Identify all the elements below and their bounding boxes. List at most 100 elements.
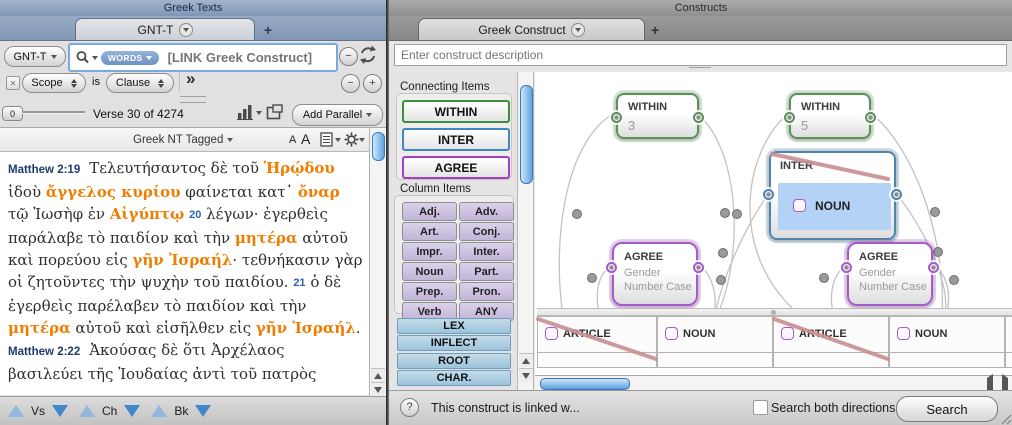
- highlighted-word[interactable]: ὄναρ: [298, 183, 340, 201]
- nav-up-vs-button[interactable]: [8, 405, 24, 417]
- scroll-up-button[interactable]: [371, 368, 385, 382]
- palette-noun-button[interactable]: Noun: [402, 262, 457, 281]
- right-window-title-bar[interactable]: Constructs: [389, 0, 1012, 16]
- greek-word[interactable]: τῷ Ἰωσὴφ ἐν: [8, 205, 110, 223]
- palette-conj-button[interactable]: Conj.: [459, 222, 514, 241]
- inter-noun-item[interactable]: NOUN: [778, 183, 891, 230]
- display-settings-icon[interactable]: [320, 132, 334, 147]
- column-header-3[interactable]: ARTICLE: [773, 316, 889, 353]
- scrollbar-thumb[interactable]: [372, 132, 385, 161]
- nav-up-ch-button[interactable]: [79, 405, 95, 417]
- within-node-1[interactable]: WITHIN 3: [616, 93, 699, 139]
- nav-down-ch-button[interactable]: [124, 405, 140, 417]
- greek-word[interactable]: φαίνεται κατ᾿: [181, 183, 298, 201]
- verse-reference[interactable]: Matthew 2:22: [8, 346, 80, 358]
- column-header-4[interactable]: NOUN: [889, 316, 1005, 353]
- corpus-select-button[interactable]: GNT-T: [4, 46, 66, 67]
- highlighted-word[interactable]: μητέρα: [8, 319, 71, 337]
- connection-dot[interactable]: [588, 274, 597, 283]
- scope-popup[interactable]: Scope: [22, 73, 86, 93]
- highlighted-word[interactable]: γῆν Ἰσραήλ: [133, 251, 233, 269]
- column-item-checkbox-icon[interactable]: [545, 327, 558, 340]
- node-port-right[interactable]: [865, 112, 876, 123]
- new-tab-button[interactable]: +: [651, 22, 659, 38]
- column-item-checkbox-icon[interactable]: [897, 327, 910, 340]
- increase-font-button[interactable]: A: [301, 131, 310, 147]
- connection-dot[interactable]: [573, 210, 582, 219]
- canvas-horizontal-scrollbar[interactable]: [535, 375, 1012, 390]
- connection-dot[interactable]: [950, 276, 959, 285]
- node-port-left[interactable]: [841, 262, 852, 273]
- item-checkbox-icon[interactable]: [793, 199, 806, 212]
- highlighted-word[interactable]: Ἡρῴδου: [264, 159, 335, 177]
- remove-scope-button[interactable]: ✕: [6, 76, 20, 90]
- chart-stats-icon[interactable]: [237, 104, 254, 121]
- new-tab-button[interactable]: +: [264, 22, 272, 38]
- verse-slider-thumb[interactable]: 0: [2, 106, 23, 121]
- verse-reference[interactable]: Matthew 2:19: [8, 164, 80, 176]
- inter-node[interactable]: INTER NOUN: [769, 151, 896, 240]
- highlighted-word[interactable]: μητέρα: [235, 229, 298, 247]
- node-port-right[interactable]: [693, 112, 704, 123]
- within-node-2[interactable]: WITHIN 5: [789, 93, 871, 139]
- text-module-popup[interactable]: Greek NT Tagged: [133, 134, 223, 146]
- construct-canvas[interactable]: WITHIN 3 WITHIN 5 INTER NOUN: [535, 72, 1012, 390]
- pane-drag-handle[interactable]: [180, 96, 206, 103]
- palette-inter-button[interactable]: INTER: [402, 128, 510, 151]
- column-item-checkbox-icon[interactable]: [781, 327, 794, 340]
- highlighted-word[interactable]: γῆν Ἰσραήλ: [256, 319, 356, 337]
- connection-dot[interactable]: [721, 209, 730, 218]
- palette-inflect-button[interactable]: INFLECT: [397, 335, 511, 351]
- add-parallel-button[interactable]: Add Parallel: [292, 104, 383, 126]
- palette-pron-button[interactable]: Pron.: [459, 282, 514, 301]
- tab-dropdown-icon[interactable]: [571, 23, 585, 37]
- tab-greek-construct[interactable]: Greek Construct: [418, 18, 645, 40]
- scrollbar-thumb[interactable]: [520, 85, 533, 184]
- construct-description-input[interactable]: [395, 45, 1006, 65]
- palette-impr-button[interactable]: Impr.: [402, 242, 457, 261]
- search-icon[interactable]: [75, 50, 91, 66]
- search-both-directions-checkbox[interactable]: [753, 400, 768, 415]
- greek-word[interactable]: .: [356, 319, 361, 337]
- palette-within-button[interactable]: WITHIN: [402, 100, 510, 123]
- node-port-left[interactable]: [784, 112, 795, 123]
- remove-search-row-button[interactable]: −: [339, 47, 358, 66]
- help-button[interactable]: ?: [400, 398, 419, 417]
- palette-part-button[interactable]: Part.: [459, 262, 514, 281]
- palette-scrollbar[interactable]: [517, 72, 534, 390]
- palette-prep-button[interactable]: Prep.: [402, 282, 457, 301]
- column-item-checkbox-icon[interactable]: [665, 327, 678, 340]
- column-cell-empty[interactable]: [773, 352, 889, 368]
- construct-description-field[interactable]: [394, 44, 1007, 66]
- within-node-value[interactable]: 3: [628, 118, 635, 133]
- clause-popup[interactable]: Clause: [106, 73, 174, 93]
- node-port-right[interactable]: [928, 262, 939, 273]
- text-display-icon[interactable]: [266, 104, 284, 121]
- palette-lex-button[interactable]: LEX: [397, 318, 511, 334]
- connection-dot[interactable]: [733, 210, 742, 219]
- connection-dot[interactable]: [719, 249, 728, 258]
- node-port-left[interactable]: [763, 189, 774, 200]
- tab-dropdown-icon[interactable]: [179, 23, 193, 37]
- node-port-right[interactable]: [693, 262, 704, 273]
- column-cell-empty[interactable]: [537, 352, 657, 368]
- text-module-caret-icon[interactable]: [227, 138, 233, 142]
- tab-gnt-t[interactable]: GNT-T: [75, 18, 255, 40]
- scroll-up-button[interactable]: [519, 353, 533, 367]
- connection-dot[interactable]: [934, 248, 943, 257]
- palette-char-button[interactable]: CHAR.: [397, 370, 511, 386]
- greek-word[interactable]: αὐτοῦ καὶ εἰσῆλθεν εἰς: [71, 319, 256, 337]
- scroll-down-button[interactable]: [519, 368, 533, 382]
- nav-down-vs-button[interactable]: [52, 405, 68, 417]
- connection-dot[interactable]: [820, 274, 829, 283]
- scroll-down-button[interactable]: [371, 382, 385, 396]
- within-node-value[interactable]: 5: [801, 118, 808, 133]
- node-port-left[interactable]: [611, 112, 622, 123]
- agree-node-right[interactable]: AGREE Gender Number Case: [847, 242, 933, 306]
- column-cell-empty[interactable]: [657, 352, 773, 368]
- greek-word[interactable]: ἰδοὺ: [8, 183, 46, 201]
- add-criteria-button[interactable]: +: [363, 74, 382, 93]
- scroll-right-button[interactable]: [1002, 378, 1008, 390]
- left-window-title-bar[interactable]: Greek Texts: [0, 0, 386, 16]
- palette-adv-button[interactable]: Adv.: [459, 202, 514, 221]
